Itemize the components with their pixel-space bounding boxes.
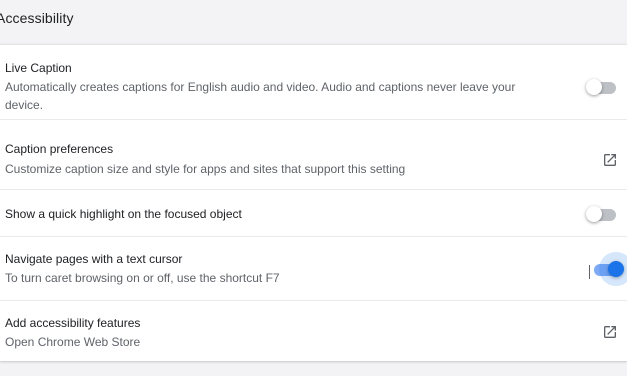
setting-title: Live Caption: [5, 61, 72, 75]
setting-row-add-accessibility-features[interactable]: Add accessibility features Open Chrome W…: [0, 300, 627, 361]
settings-page: Accessibility Live Caption Automatically…: [0, 0, 627, 376]
setting-row-quick-highlight[interactable]: Show a quick highlight on the focused ob…: [0, 189, 627, 236]
setting-subtitle: Open Chrome Web Store: [5, 335, 141, 349]
setting-row-caret-browsing[interactable]: Navigate pages with a text cursor To tur…: [0, 236, 627, 300]
setting-subtitle: Automatically creates captions for Engli…: [5, 80, 516, 112]
settings-card: Live Caption Automatically creates capti…: [0, 44, 627, 361]
open-in-new-icon[interactable]: [602, 152, 618, 168]
toggle-knob: [608, 261, 624, 277]
setting-row-live-caption[interactable]: Live Caption Automatically creates capti…: [0, 45, 627, 119]
setting-title: Show a quick highlight on the focused ob…: [5, 207, 242, 221]
text-cursor-indicator: [589, 265, 590, 279]
setting-row-caption-preferences[interactable]: Caption preferences Customize caption si…: [0, 119, 627, 189]
quick-highlight-toggle[interactable]: [586, 205, 620, 223]
caret-browsing-toggle[interactable]: [592, 260, 626, 278]
open-in-new-icon[interactable]: [602, 324, 618, 340]
toggle-knob: [586, 79, 602, 95]
live-caption-toggle[interactable]: [586, 78, 620, 96]
setting-title: Add accessibility features: [5, 316, 141, 330]
toggle-knob: [586, 206, 602, 222]
setting-subtitle: To turn caret browsing on or off, use th…: [5, 271, 280, 285]
setting-title: Navigate pages with a text cursor: [5, 252, 183, 266]
setting-subtitle: Customize caption size and style for app…: [5, 162, 406, 176]
section-title: Accessibility: [0, 10, 74, 26]
setting-title: Caption preferences: [5, 142, 114, 156]
